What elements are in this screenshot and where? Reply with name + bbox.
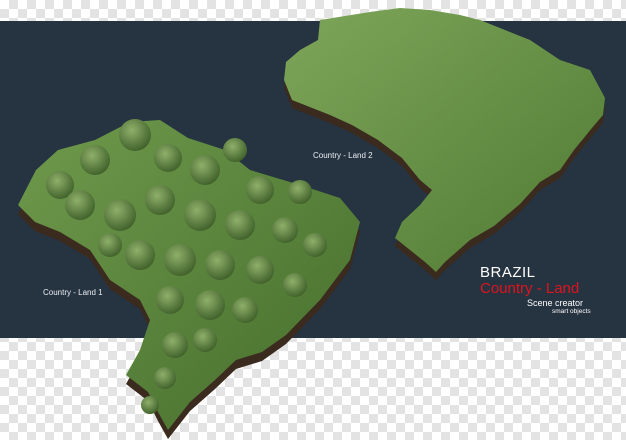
title-block: BRAZIL Country - Land Scene creator smar…: [480, 265, 591, 316]
country-name-title: BRAZIL: [480, 264, 536, 281]
scene-illustrations: [18, 8, 605, 439]
land2-label: Country - Land 2: [313, 151, 373, 160]
land1-label: Country - Land 1: [43, 288, 103, 297]
scene-creator-tagline: Scene creator: [527, 298, 584, 308]
smart-objects-tagline: smart objects: [552, 308, 591, 315]
brazil-map-forest-illustration: [18, 119, 360, 439]
country-land-subtitle: Country - Land: [480, 280, 580, 297]
